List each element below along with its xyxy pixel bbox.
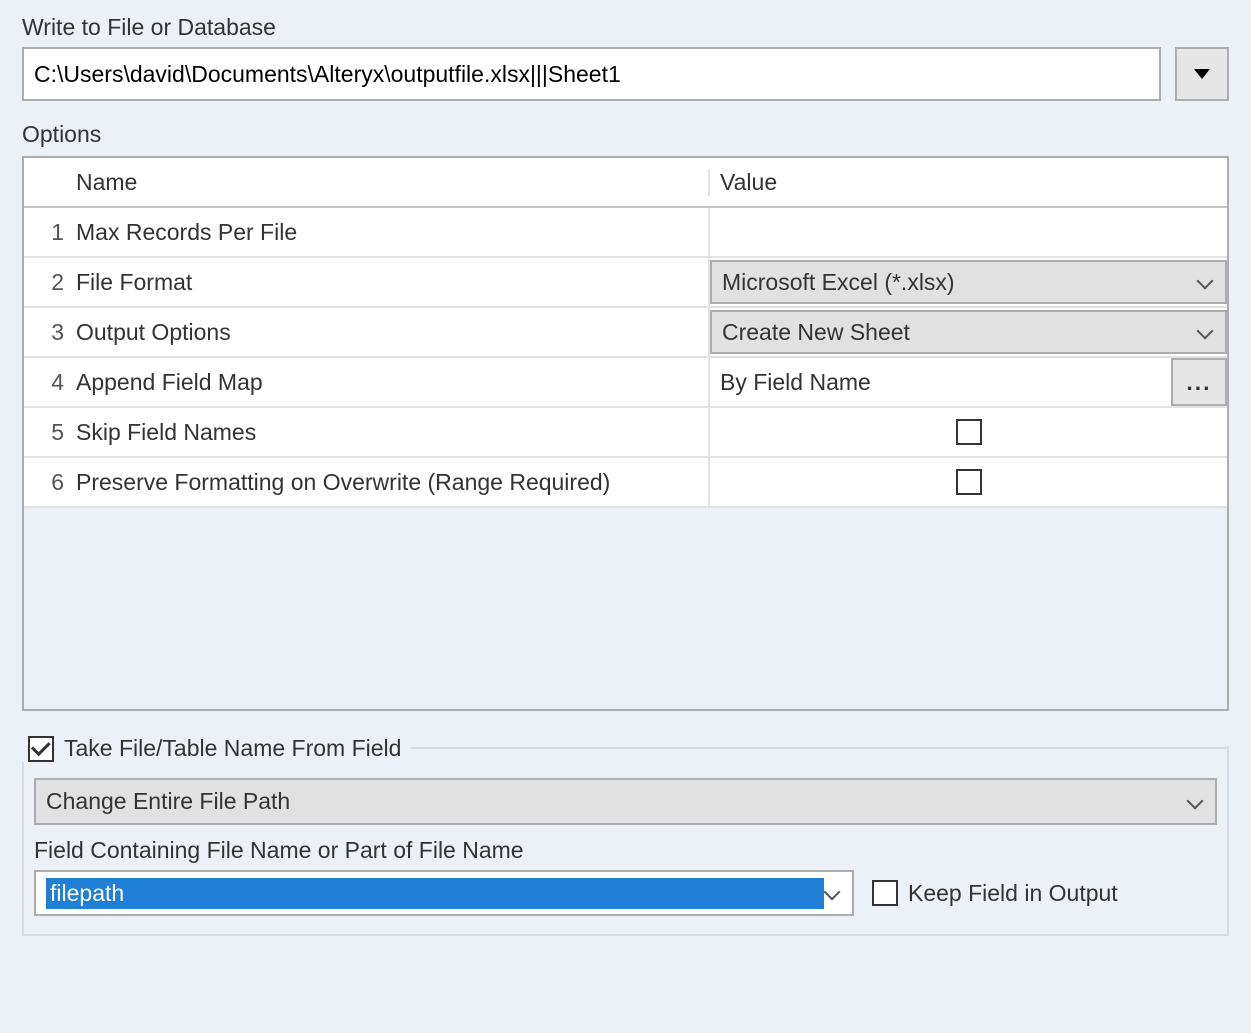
- connection-dropdown-button[interactable]: [1175, 47, 1229, 101]
- option-row-append-field-map: 4 Append Field Map By Field Name ...: [24, 358, 1227, 408]
- chevron-down-icon: [1197, 323, 1215, 341]
- write-to-label: Write to File or Database: [22, 14, 1229, 41]
- path-mode-value: Change Entire File Path: [46, 788, 1187, 815]
- output-config-panel: Write to File or Database Options Name V…: [0, 0, 1251, 976]
- connection-row: [22, 47, 1229, 101]
- row-number: 6: [24, 458, 70, 506]
- row-number: 4: [24, 358, 70, 406]
- option-row-skip-field-names: 5 Skip Field Names: [24, 408, 1227, 458]
- preserve-formatting-checkbox[interactable]: [956, 469, 982, 495]
- append-field-map-value[interactable]: By Field Name: [710, 358, 1165, 406]
- col-header-name: Name: [70, 169, 710, 196]
- option-name: Max Records Per File: [70, 208, 710, 256]
- file-format-value: Microsoft Excel (*.xlsx): [722, 269, 1197, 296]
- field-name-select[interactable]: filepath: [34, 870, 854, 916]
- chevron-down-icon: [824, 884, 842, 902]
- keep-field-label: Keep Field in Output: [908, 880, 1118, 907]
- option-name: File Format: [70, 258, 710, 306]
- option-row-preserve-formatting: 6 Preserve Formatting on Overwrite (Rang…: [24, 458, 1227, 508]
- option-name: Append Field Map: [70, 358, 710, 406]
- append-field-map-browse-button[interactable]: ...: [1171, 358, 1227, 406]
- options-grid-header: Name Value: [24, 158, 1227, 208]
- row-number: 1: [24, 208, 70, 256]
- file-format-dropdown[interactable]: Microsoft Excel (*.xlsx): [710, 260, 1227, 304]
- output-options-value: Create New Sheet: [722, 319, 1197, 346]
- field-name-sub-label: Field Containing File Name or Part of Fi…: [34, 837, 1217, 864]
- chevron-down-icon: [1187, 793, 1205, 811]
- keep-field-checkbox[interactable]: [872, 880, 898, 906]
- option-row-output-options: 3 Output Options Create New Sheet: [24, 308, 1227, 358]
- path-mode-dropdown[interactable]: Change Entire File Path: [34, 778, 1217, 825]
- chevron-down-icon: [1197, 273, 1215, 291]
- field-name-value: filepath: [46, 878, 824, 909]
- option-value-max-records[interactable]: [710, 208, 1227, 256]
- skip-field-names-checkbox[interactable]: [956, 419, 982, 445]
- option-row-max-records: 1 Max Records Per File: [24, 208, 1227, 258]
- options-grid: Name Value 1 Max Records Per File 2 File…: [22, 156, 1229, 711]
- row-number: 3: [24, 308, 70, 356]
- connection-input[interactable]: [22, 47, 1161, 101]
- col-header-value: Value: [710, 169, 1227, 196]
- take-from-field-checkbox[interactable]: [28, 736, 54, 762]
- row-number: 2: [24, 258, 70, 306]
- caret-down-icon: [1194, 69, 1210, 79]
- option-name: Skip Field Names: [70, 408, 710, 456]
- option-name: Output Options: [70, 308, 710, 356]
- take-from-field-group: Take File/Table Name From Field Change E…: [22, 733, 1229, 936]
- take-from-field-label: Take File/Table Name From Field: [64, 735, 401, 762]
- options-label: Options: [22, 121, 1229, 148]
- option-row-file-format: 2 File Format Microsoft Excel (*.xlsx): [24, 258, 1227, 308]
- output-options-dropdown[interactable]: Create New Sheet: [710, 310, 1227, 354]
- row-number: 5: [24, 408, 70, 456]
- option-name: Preserve Formatting on Overwrite (Range …: [70, 458, 710, 506]
